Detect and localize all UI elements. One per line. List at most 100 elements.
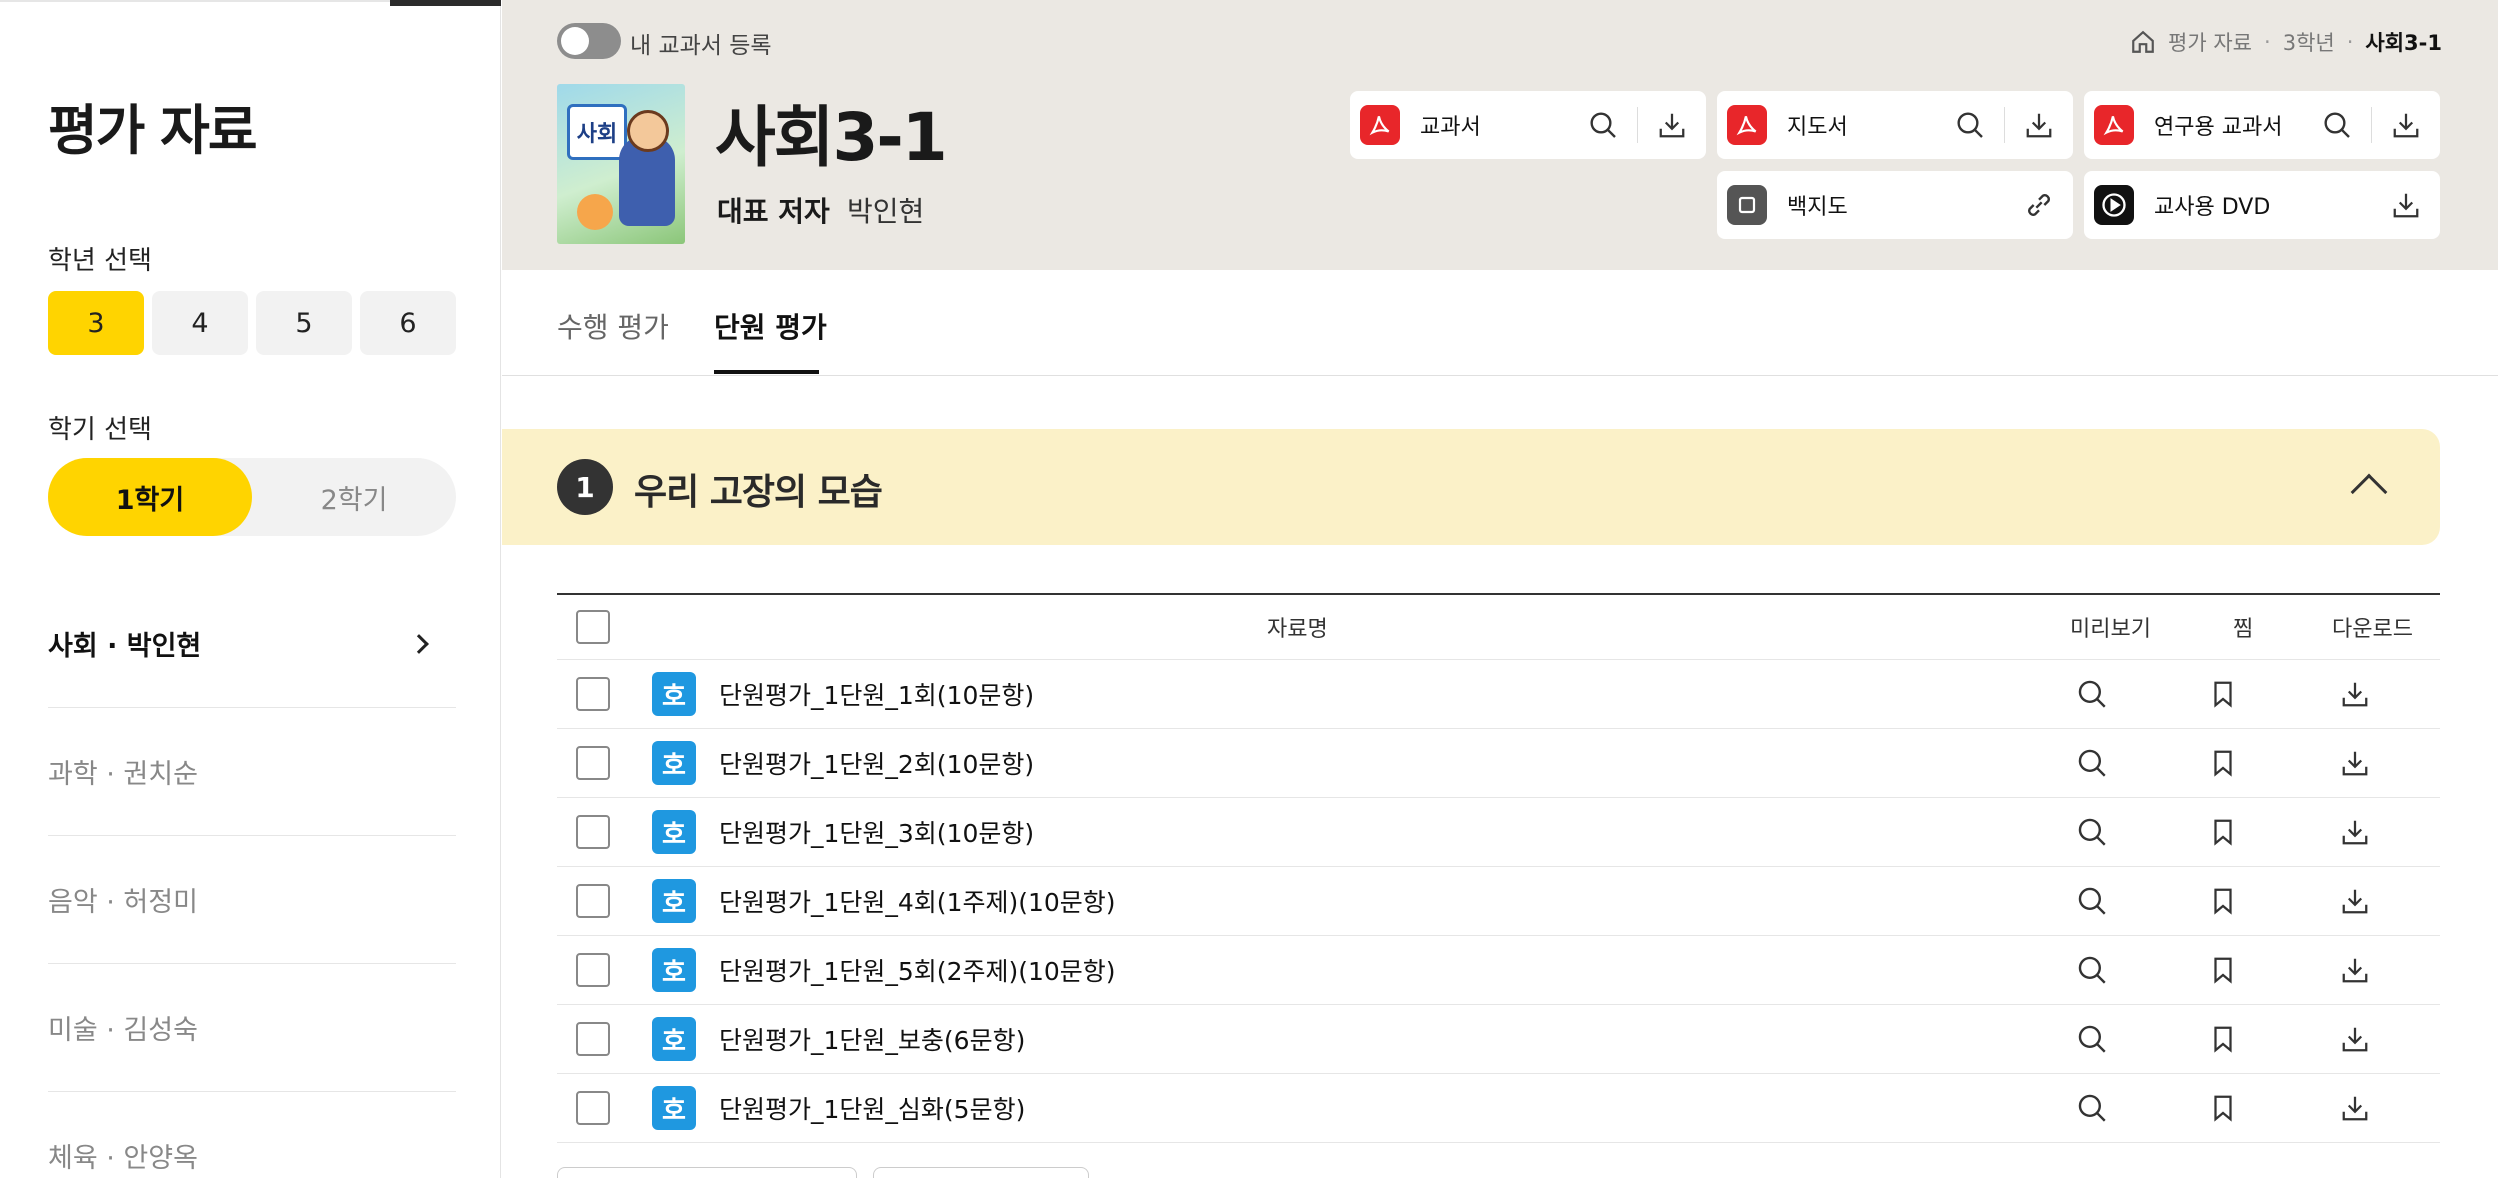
download-button[interactable] — [2330, 1083, 2380, 1133]
row-checkbox[interactable] — [576, 953, 610, 987]
row-checkbox[interactable] — [576, 1022, 610, 1056]
subject-list: 사회 · 박인현 과학 · 권치순 음악 · 허정미 미술 · 김성숙 체육 ·… — [48, 580, 456, 1178]
file-name[interactable]: 단원평가_1단원_5회(2주제)(10문항) — [719, 952, 1116, 988]
search-icon — [2078, 1094, 2106, 1122]
pdf-icon — [2094, 105, 2134, 145]
preview-button[interactable] — [1569, 91, 1637, 159]
breadcrumb-item[interactable]: 평가 자료 — [2168, 27, 2252, 57]
download-button[interactable] — [1638, 91, 1706, 159]
resource-name: 연구용 교과서 — [2154, 115, 2283, 140]
my-textbook-toggle[interactable] — [557, 23, 621, 59]
my-textbook-toggle-label: 내 교과서 등록 — [630, 33, 772, 59]
bookmark-button[interactable] — [2198, 807, 2248, 857]
breadcrumb: 평가 자료 · 3학년 · 사회3-1 — [2130, 27, 2442, 57]
table-row: 호 단원평가_1단원_5회(2주제)(10문항) — [557, 936, 2440, 1005]
row-checkbox[interactable] — [576, 677, 610, 711]
preview-button[interactable] — [2067, 1014, 2117, 1064]
tab-unit-evaluation[interactable]: 단원 평가 — [714, 306, 827, 346]
bookmark-button[interactable] — [2198, 669, 2248, 719]
file-name[interactable]: 단원평가_1단원_4회(1주제)(10문항) — [719, 883, 1116, 919]
bookmark-button[interactable] — [2198, 876, 2248, 926]
pdf-icon — [1360, 105, 1400, 145]
bookmark-button[interactable] — [2198, 1014, 2248, 1064]
column-header-name: 자료명 — [1267, 617, 1328, 642]
cover-illustration-kid — [577, 194, 613, 230]
file-name[interactable]: 단원평가_1단원_3회(10문항) — [719, 814, 1034, 850]
grade-button-6[interactable]: 6 — [360, 291, 456, 355]
bookmark-button[interactable] — [2198, 738, 2248, 788]
file-name[interactable]: 단원평가_1단원_1회(10문항) — [719, 676, 1034, 712]
download-button[interactable] — [2330, 669, 2380, 719]
link-icon — [2028, 194, 2050, 216]
preview-button[interactable] — [2067, 669, 2117, 719]
row-checkbox[interactable] — [576, 1091, 610, 1125]
semester-button-2[interactable]: 2학기 — [252, 458, 456, 536]
subject-item-pe[interactable]: 체육 · 안양옥 — [48, 1092, 456, 1178]
semester-button-1[interactable]: 1학기 — [48, 458, 252, 536]
grade-button-3[interactable]: 3 — [48, 291, 144, 355]
bulk-action-button[interactable] — [557, 1167, 857, 1178]
search-icon — [2078, 749, 2106, 777]
select-all-checkbox[interactable] — [576, 610, 610, 644]
file-name[interactable]: 단원평가_1단원_보충(6문항) — [719, 1021, 1025, 1057]
toggle-knob — [561, 27, 589, 55]
chevron-up-icon[interactable] — [2350, 473, 2388, 511]
file-name[interactable]: 단원평가_1단원_심화(5문항) — [719, 1090, 1025, 1126]
tab-performance-evaluation[interactable]: 수행 평가 — [557, 306, 669, 346]
preview-button[interactable] — [2067, 945, 2117, 995]
grade-button-4[interactable]: 4 — [152, 291, 248, 355]
download-button[interactable] — [2372, 91, 2440, 159]
page-title: 평가 자료 — [48, 99, 258, 162]
download-icon — [2342, 682, 2368, 707]
preview-button[interactable] — [2067, 1083, 2117, 1133]
bulk-action-button[interactable] — [873, 1167, 1089, 1178]
download-button[interactable] — [2330, 1014, 2380, 1064]
open-link-button[interactable] — [2005, 171, 2073, 239]
download-button[interactable] — [2330, 945, 2380, 995]
bookmark-icon — [2214, 1095, 2232, 1122]
breadcrumb-separator: · — [2264, 30, 2271, 54]
subject-item-music[interactable]: 음악 · 허정미 — [48, 836, 456, 964]
row-checkbox[interactable] — [576, 746, 610, 780]
download-button[interactable] — [2372, 171, 2440, 239]
preview-button[interactable] — [2067, 876, 2117, 926]
row-checkbox[interactable] — [576, 815, 610, 849]
preview-button[interactable] — [1936, 91, 2004, 159]
grade-button-5[interactable]: 5 — [256, 291, 352, 355]
home-icon[interactable] — [2130, 29, 2156, 55]
author-name: 박인현 — [847, 195, 925, 228]
subject-item-art[interactable]: 미술 · 김성숙 — [48, 964, 456, 1092]
bookmark-button[interactable] — [2198, 1083, 2248, 1133]
bottom-action-buttons — [557, 1167, 1089, 1178]
subject-item-social[interactable]: 사회 · 박인현 — [48, 580, 456, 708]
bookmark-button[interactable] — [2198, 945, 2248, 995]
subject-label: 미술 · 김성숙 — [48, 1015, 198, 1046]
resource-name: 교사용 DVD — [2154, 195, 2271, 220]
column-header-download: 다운로드 — [2332, 617, 2413, 642]
download-button[interactable] — [2330, 876, 2380, 926]
search-icon — [2078, 887, 2106, 915]
breadcrumb-item[interactable]: 3학년 — [2283, 27, 2335, 57]
subject-label: 사회 · 박인현 — [48, 631, 202, 662]
preview-button[interactable] — [2067, 807, 2117, 857]
resource-card-research-textbook: 연구용 교과서 — [2084, 91, 2440, 159]
preview-button[interactable] — [2303, 91, 2371, 159]
cover-title: 사회 — [567, 104, 627, 160]
column-header-preview: 미리보기 — [2070, 617, 2151, 642]
file-name[interactable]: 단원평가_1단원_2회(10문항) — [719, 745, 1034, 781]
unit-accordion-header[interactable]: 1 우리 고장의 모습 — [502, 429, 2440, 545]
download-button[interactable] — [2005, 91, 2073, 159]
download-button[interactable] — [2330, 807, 2380, 857]
download-icon — [2342, 1096, 2368, 1121]
row-checkbox[interactable] — [576, 884, 610, 918]
preview-button[interactable] — [2067, 738, 2117, 788]
search-icon — [2078, 818, 2106, 846]
download-icon — [2393, 193, 2419, 218]
search-icon — [1590, 112, 1616, 138]
table-row: 호 단원평가_1단원_보충(6문항) — [557, 1005, 2440, 1074]
download-button[interactable] — [2330, 738, 2380, 788]
unit-number-badge: 1 — [557, 459, 613, 515]
subject-item-science[interactable]: 과학 · 권치순 — [48, 708, 456, 836]
active-tab-indicator — [714, 370, 819, 374]
sidebar-top-divider — [0, 0, 390, 2]
